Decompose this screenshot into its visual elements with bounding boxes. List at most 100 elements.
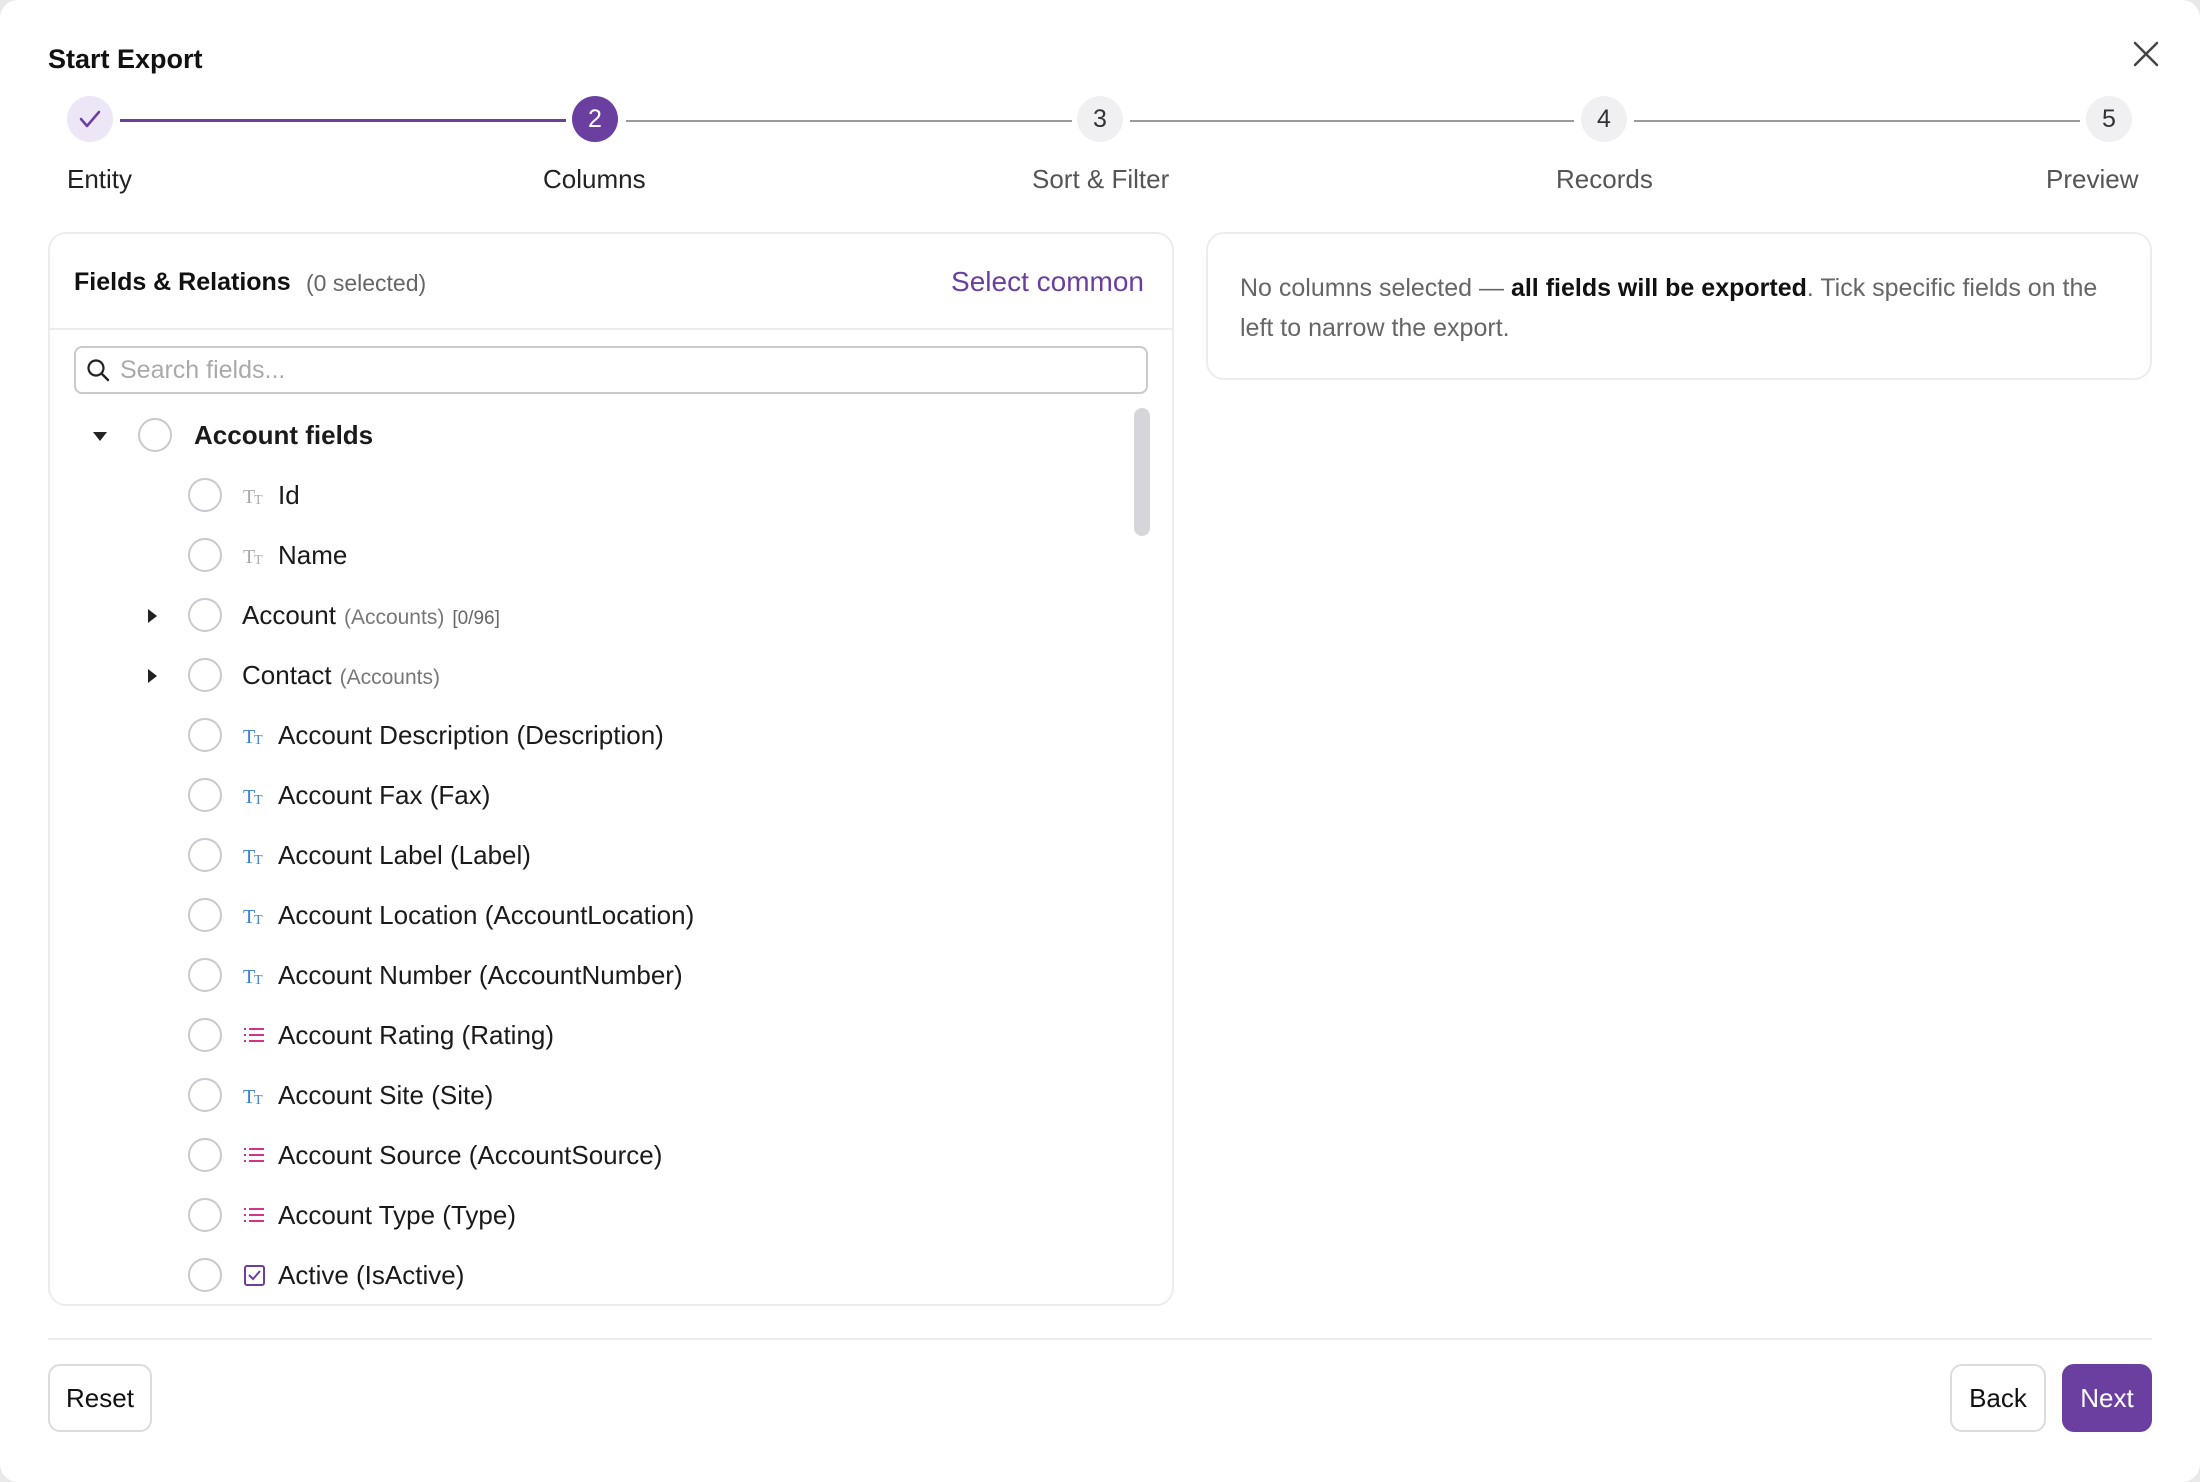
field-label: Account Rating (Rating) [278,1020,555,1050]
group-checkbox[interactable] [138,418,172,452]
field-checkbox[interactable] [188,1078,222,1112]
step-4-label: Records [1556,164,1653,194]
svg-text:T: T [254,553,263,568]
field-label: Account Source (AccountSource) [278,1140,663,1170]
relation-meta: (Accounts) [343,606,445,629]
text-type-icon: TT [242,1082,268,1108]
step-2-indicator[interactable]: 2 [572,96,618,142]
checkbox-type-icon [242,1262,268,1288]
fields-panel-header: Fields & Relations (0 selected) Select c… [50,234,1172,330]
field-checkbox[interactable] [188,1198,222,1232]
step-4-indicator[interactable]: 4 [1581,96,1627,142]
field-checkbox[interactable] [188,838,222,872]
dialog-title: Start Export [48,44,203,74]
field-label: Id [278,480,300,510]
fields-panel: Fields & Relations (0 selected) Select c… [48,232,1174,1306]
step-1-label: Entity [67,164,133,194]
field-label: Account Type (Type) [278,1200,516,1230]
field-row[interactable]: Account Type (Type) [50,1188,1130,1244]
picklist-icon [242,1202,268,1228]
back-button[interactable]: Back [1950,1364,2046,1432]
text-type-icon: TT [242,902,268,928]
text-type-icon: TT [242,722,268,748]
check-icon [79,110,101,128]
relation-count: [0/96] [452,608,500,629]
stepper: 2 3 4 5 Entity Columns Sort & Filter Rec… [0,96,2200,196]
reset-button[interactable]: Reset [48,1364,152,1432]
step-connector [1130,120,1574,122]
relation-meta: (Accounts) [339,666,440,689]
field-row[interactable]: Contact (Accounts) [50,648,1130,704]
svg-text:T: T [254,973,263,988]
step-2-label: Columns [543,164,646,194]
field-label: Account Fax (Fax) [278,780,491,810]
field-label: Account Site (Site) [278,1080,494,1110]
next-button[interactable]: Next [2062,1364,2152,1432]
selected-count: (0 selected) [306,270,427,296]
field-checkbox[interactable] [188,718,222,752]
svg-text:T: T [254,733,263,748]
text-type-icon: TT [242,842,268,868]
fields-panel-title: Fields & Relations [74,268,291,296]
field-checkbox[interactable] [188,478,222,512]
search-field[interactable] [74,346,1148,394]
field-row[interactable]: T T Account Description (Description) [50,708,1130,764]
caret-down-icon[interactable] [90,426,110,446]
caret-right-icon[interactable] [142,666,162,686]
field-tree: Account fields T T Id T T Name Account (Account… [50,408,1130,1304]
field-row[interactable]: T T Account Site (Site) [50,1068,1130,1124]
field-row[interactable]: Account Rating (Rating) [50,1008,1130,1064]
step-5-indicator[interactable]: 5 [2086,96,2132,142]
step-connector [1634,120,2080,122]
group-row-account-fields[interactable]: Account fields [50,408,1130,464]
field-checkbox[interactable] [188,658,222,692]
text-type-icon: TT [242,782,268,808]
field-checkbox[interactable] [188,958,222,992]
picklist-icon [242,1142,268,1168]
footer-divider [48,1338,2152,1340]
step-connector [120,119,566,122]
search-input[interactable] [120,355,1120,385]
field-label: Name [278,540,348,570]
field-row[interactable]: T T Name [50,528,1130,584]
summary-panel: No columns selected — all fields will be… [1206,232,2152,380]
step-3-label: Sort & Filter [1032,164,1170,194]
scrollbar-thumb[interactable] [1134,408,1150,536]
field-checkbox[interactable] [188,1138,222,1172]
close-icon[interactable] [2130,38,2162,70]
select-common-link[interactable]: Select common [951,266,1144,298]
field-checkbox[interactable] [188,598,222,632]
field-checkbox[interactable] [188,898,222,932]
svg-text:T: T [254,853,263,868]
field-checkbox[interactable] [188,1258,222,1292]
field-row[interactable]: T T Id [50,468,1130,524]
search-icon [76,348,120,392]
group-label: Account fields [194,420,374,450]
step-connector [626,120,1072,122]
step-1-indicator[interactable] [67,96,113,142]
field-label: Account Label (Label) [278,840,531,870]
step-3-indicator[interactable]: 3 [1077,96,1123,142]
field-row[interactable]: Account Source (AccountSource) [50,1128,1130,1184]
field-row[interactable]: Active (IsActive) [50,1248,1130,1304]
field-row[interactable]: T T Account Label (Label) [50,828,1130,884]
step-5-label: Preview [2046,164,2139,194]
svg-text:T: T [254,913,263,928]
field-checkbox[interactable] [188,778,222,812]
field-row[interactable]: T T Account Fax (Fax) [50,768,1130,824]
field-checkbox[interactable] [188,538,222,572]
text-type-icon: TT [242,482,268,508]
field-row[interactable]: Account (Accounts) [0/96] [50,588,1130,644]
picklist-icon [242,1022,268,1048]
svg-text:T: T [254,493,263,508]
field-label: Account Location (AccountLocation) [278,900,695,930]
caret-right-icon[interactable] [142,606,162,626]
field-checkbox[interactable] [188,1018,222,1052]
field-row[interactable]: T T Account Number (AccountNumber) [50,948,1130,1004]
field-label: Account (Accounts) [0/96] [242,600,500,630]
text-type-icon: TT [242,542,268,568]
field-label: Account Number (AccountNumber) [278,960,683,990]
field-row[interactable]: T T Account Location (AccountLocation) [50,888,1130,944]
field-label: Account Description (Description) [278,720,664,750]
field-label: Active (IsActive) [278,1260,465,1290]
